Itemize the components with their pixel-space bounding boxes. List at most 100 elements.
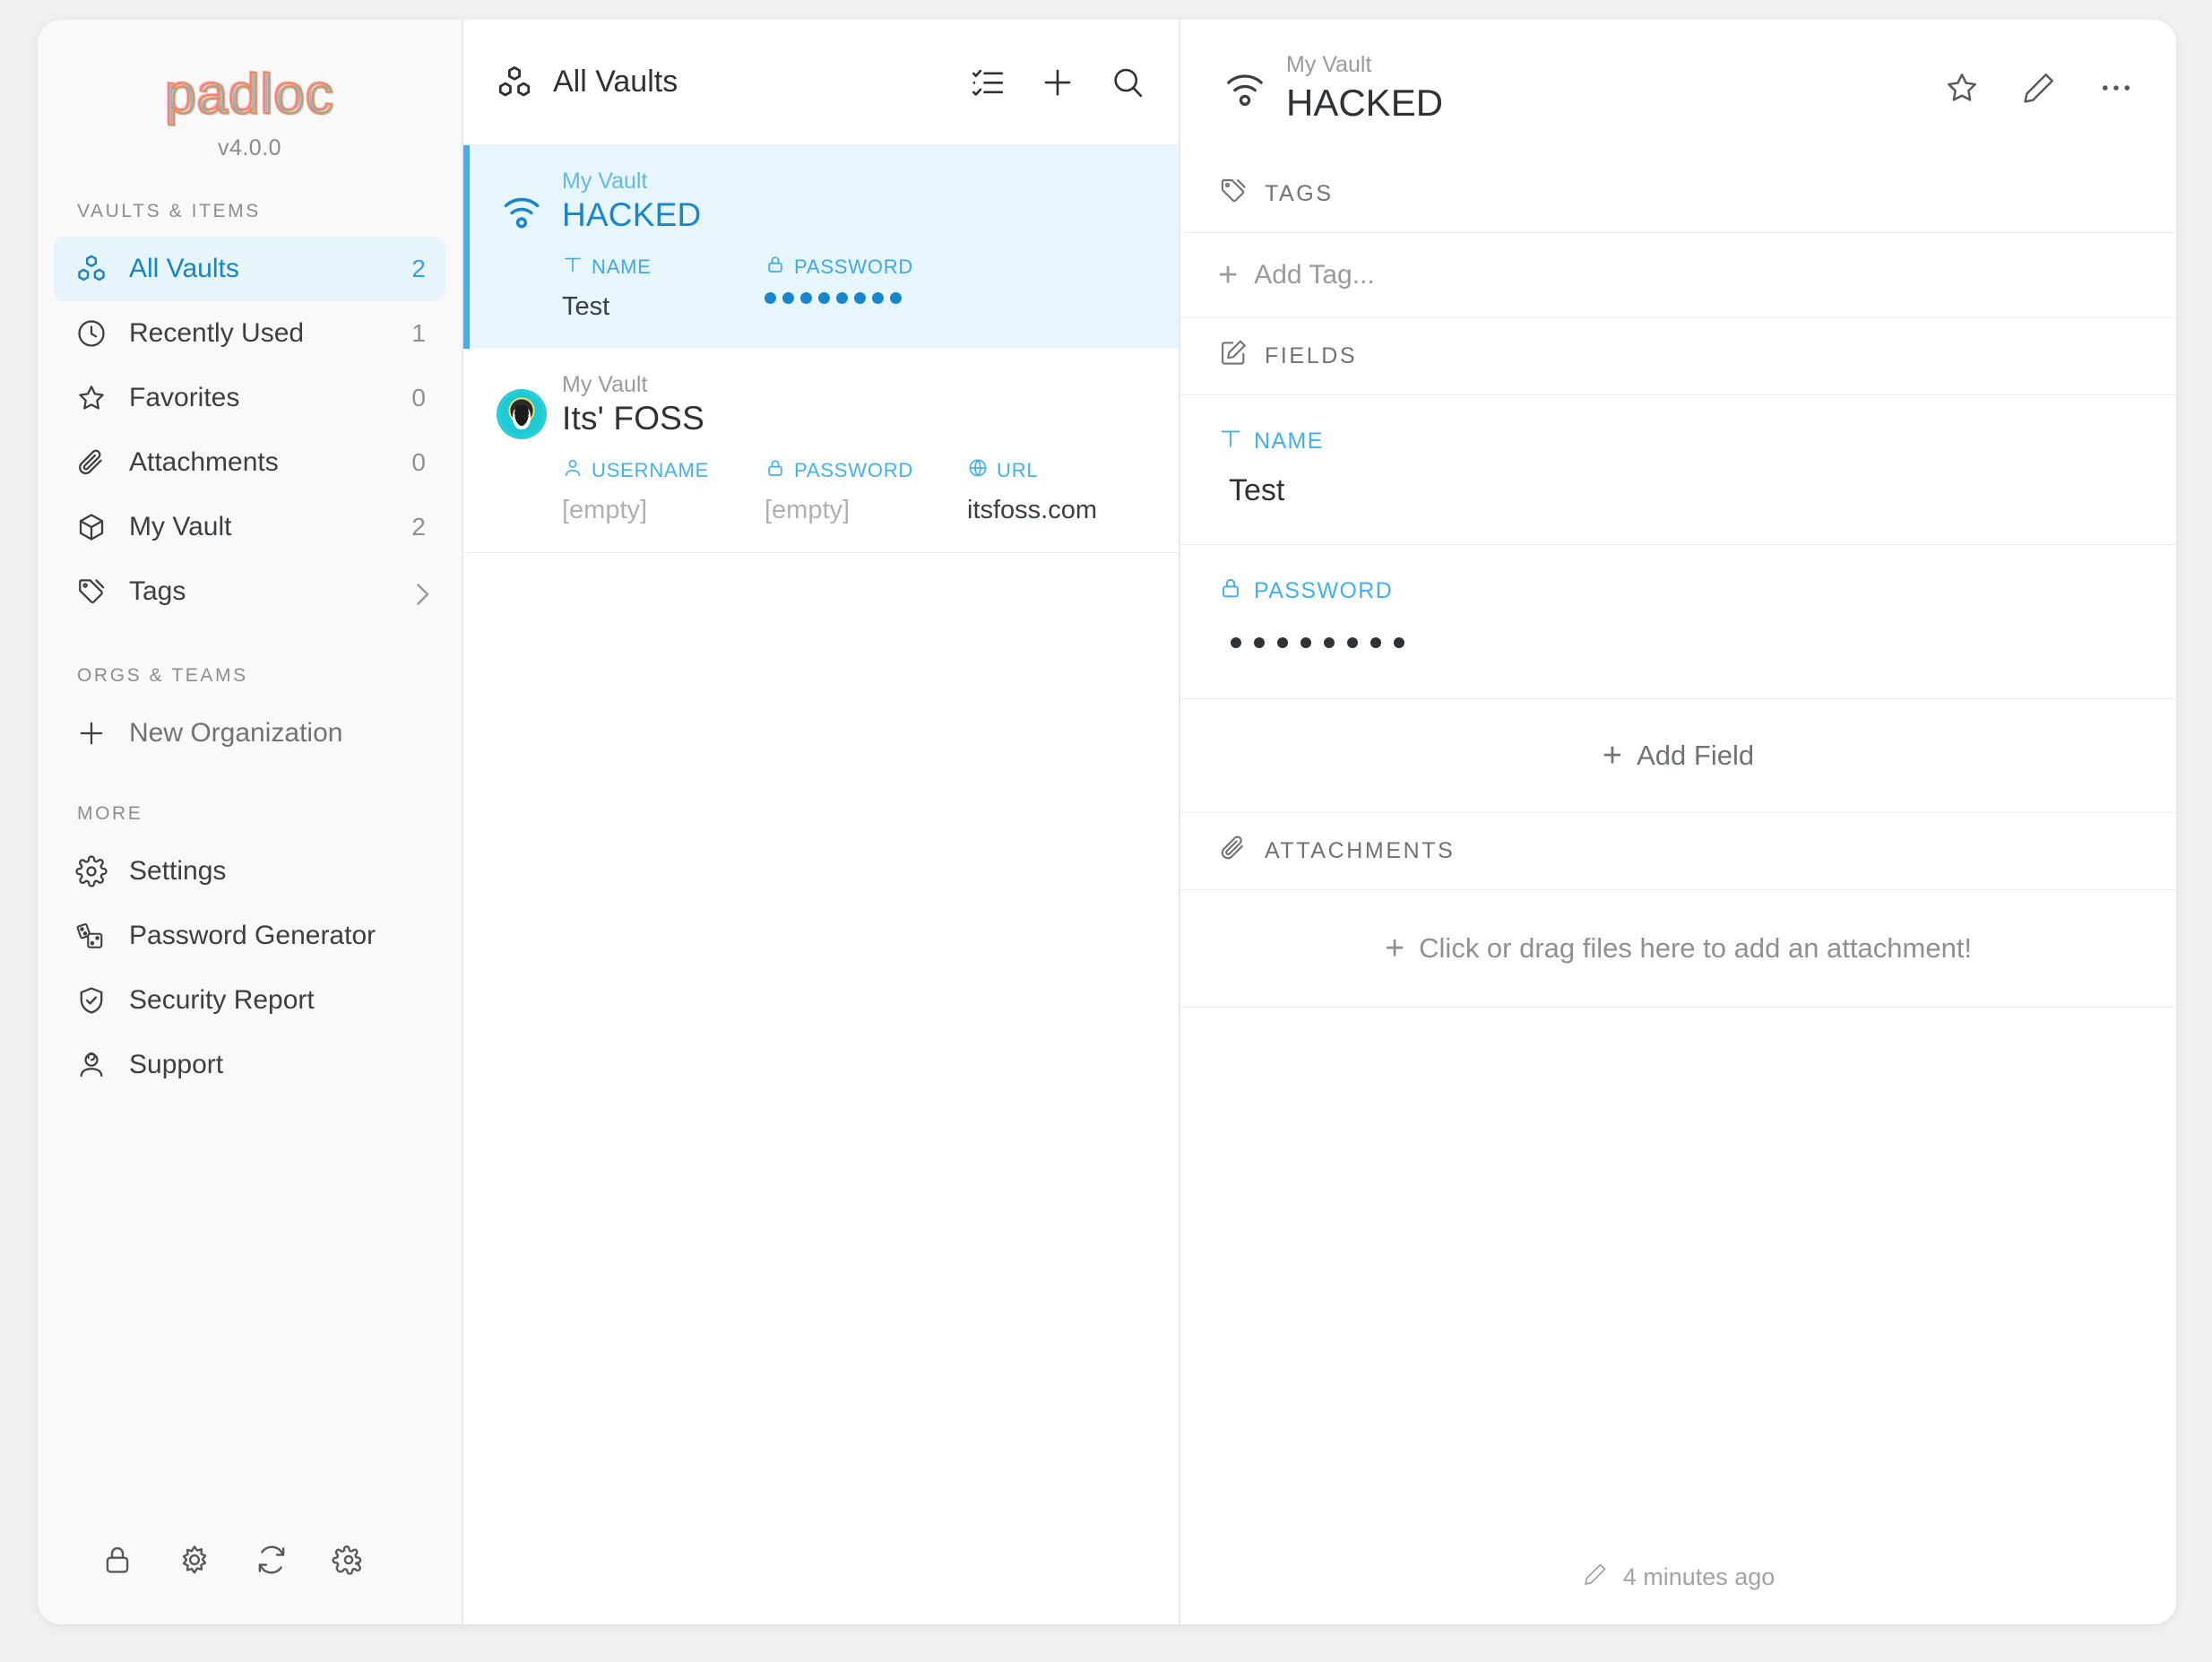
favicon [494, 372, 549, 525]
section-title: FIELDS [1265, 343, 1358, 368]
detail-header-actions [1943, 69, 2135, 107]
field-cell-password: PASSWORD [765, 254, 967, 322]
sidebar-item-count: 0 [411, 384, 426, 411]
sidebar-item-all-vaults[interactable]: All Vaults 2 [54, 237, 445, 301]
field-cell-username: USERNAME [empty] [562, 457, 765, 525]
field-label: NAME [1218, 426, 2139, 457]
theme-button[interactable] [156, 1531, 233, 1592]
tux-favicon-icon [499, 392, 544, 437]
section-title: ATTACHMENTS [1265, 838, 1456, 863]
field-label: PASSWORD [1218, 576, 2139, 607]
plus-icon[interactable] [1039, 64, 1076, 101]
sidebar-item-label: Security Report [129, 985, 315, 1015]
gear-icon [73, 853, 109, 889]
plus-icon: + [1602, 737, 1623, 775]
section-label-vaults-items: VAULTS & ITEMS [77, 201, 261, 221]
list-item-name: Its' FOSS [562, 400, 704, 437]
list-item-body: My Vault HACKED NAME Test PASSWORD [562, 169, 1148, 322]
text-icon [562, 254, 592, 281]
field-label: NAME [562, 254, 765, 281]
sidebar-item-favorites[interactable]: Favorites 0 [54, 366, 445, 430]
item-detail-column: My Vault HACKED TAGS + Add Tag... FIELDS… [1180, 20, 2176, 1624]
detail-title-group: My Vault HACKED [1286, 52, 1943, 125]
settings-button[interactable] [310, 1531, 387, 1592]
more-horizontal-icon[interactable] [2097, 69, 2135, 107]
pencil-icon[interactable] [2020, 69, 2058, 107]
star-icon[interactable] [1943, 69, 1981, 107]
search-icon[interactable] [1109, 64, 1146, 101]
field-label: PASSWORD [765, 457, 967, 484]
globe-icon [967, 457, 997, 484]
plus-icon: + [1218, 256, 1239, 294]
sidebar-item-label: All Vaults [129, 254, 239, 283]
nav-list-more: Settings Password Generator Security Rep… [38, 839, 462, 1097]
nav-list-vaults: All Vaults 2 Recently Used 1 Favorites 0… [38, 237, 462, 624]
list-item-fields: NAME Test PASSWORD [562, 254, 1148, 322]
sidebar-item-label: Attachments [129, 447, 279, 477]
field-cell-password: PASSWORD [empty] [765, 457, 967, 525]
version-label: v4.0.0 [217, 135, 282, 160]
checklist-icon[interactable] [969, 64, 1007, 101]
sidebar-item-tags[interactable]: Tags [54, 559, 445, 624]
sidebar-item-label: Tags [129, 576, 186, 606]
support-person-icon [73, 1047, 109, 1083]
gear-icon [332, 1543, 366, 1581]
field-value: Test [1229, 473, 1285, 507]
sidebar-item-security-report[interactable]: Security Report [54, 968, 445, 1033]
sidebar-item-attachments[interactable]: Attachments 0 [54, 430, 445, 495]
broadcast-icon [1218, 65, 1272, 111]
sidebar-item-label: Recently Used [129, 318, 305, 348]
star-icon [73, 380, 109, 416]
items-list-column: All Vaults My Vault HACKED NAME Test PAS… [463, 20, 1180, 1624]
add-field-button[interactable]: + Add Field [1180, 699, 2176, 813]
add-tag-label: Add Tag... [1254, 260, 1375, 290]
field-cell-url: URL itsfoss.com [967, 457, 1182, 525]
sidebar-item-label: Support [129, 1050, 224, 1079]
detail-field-name[interactable]: NAME Test [1180, 395, 2176, 545]
detail-header: My Vault HACKED [1180, 20, 2176, 156]
sidebar: padloc v4.0.0 VAULTS & ITEMS All Vaults … [38, 20, 463, 1624]
sidebar-item-label: Favorites [129, 383, 240, 412]
field-value: itsfoss.com [967, 496, 1098, 524]
nav-list-orgs: New Organization [38, 701, 462, 766]
detail-field-password[interactable]: PASSWORD [1180, 545, 2176, 699]
lock-icon [100, 1543, 134, 1581]
field-value-masked [765, 292, 967, 304]
detail-vault: My Vault [1286, 51, 1372, 77]
sidebar-item-password-generator[interactable]: Password Generator [54, 904, 445, 968]
shield-check-icon [73, 982, 109, 1018]
field-value: Test [562, 292, 610, 321]
app-window: padloc v4.0.0 VAULTS & ITEMS All Vaults … [38, 20, 2176, 1624]
list-title: All Vaults [553, 65, 678, 99]
field-cell-name: NAME Test [562, 254, 765, 322]
sidebar-item-new-organization[interactable]: New Organization [54, 701, 445, 766]
detail-footer: 4 minutes ago [1180, 1561, 2176, 1624]
add-tag-button[interactable]: + Add Tag... [1180, 233, 2176, 318]
detail-name: HACKED [1286, 81, 1444, 124]
sync-button[interactable] [233, 1531, 310, 1592]
attachment-dropzone[interactable]: + Click or drag files here to add an att… [1180, 890, 2176, 1008]
sidebar-item-my-vault[interactable]: My Vault 2 [54, 495, 445, 559]
plus-icon [73, 715, 109, 751]
sidebar-item-label: My Vault [129, 512, 232, 541]
paperclip-icon [1218, 833, 1265, 870]
list-item[interactable]: My Vault HACKED NAME Test PASSWORD [463, 145, 1179, 349]
lock-icon [765, 457, 794, 484]
sidebar-item-recently-used[interactable]: Recently Used 1 [54, 301, 445, 366]
sidebar-item-label: Settings [129, 856, 227, 886]
sidebar-item-label: Password Generator [129, 921, 376, 950]
list-header-actions [969, 64, 1146, 101]
sidebar-item-support[interactable]: Support [54, 1033, 445, 1097]
text-icon [1218, 426, 1254, 457]
sidebar-item-count: 0 [411, 448, 426, 476]
list-item[interactable]: My Vault Its' FOSS USERNAME [empty] PASS… [463, 349, 1179, 553]
sidebar-item-count: 1 [411, 319, 426, 347]
fields-section-header: FIELDS [1180, 318, 2176, 395]
sidebar-item-settings[interactable]: Settings [54, 839, 445, 904]
cube-icon [73, 509, 109, 545]
lock-icon [1218, 576, 1254, 607]
cubes-icon [496, 64, 533, 101]
plus-icon: + [1384, 930, 1405, 967]
lock-button[interactable] [79, 1531, 156, 1592]
sidebar-item-label: New Organization [129, 718, 343, 748]
